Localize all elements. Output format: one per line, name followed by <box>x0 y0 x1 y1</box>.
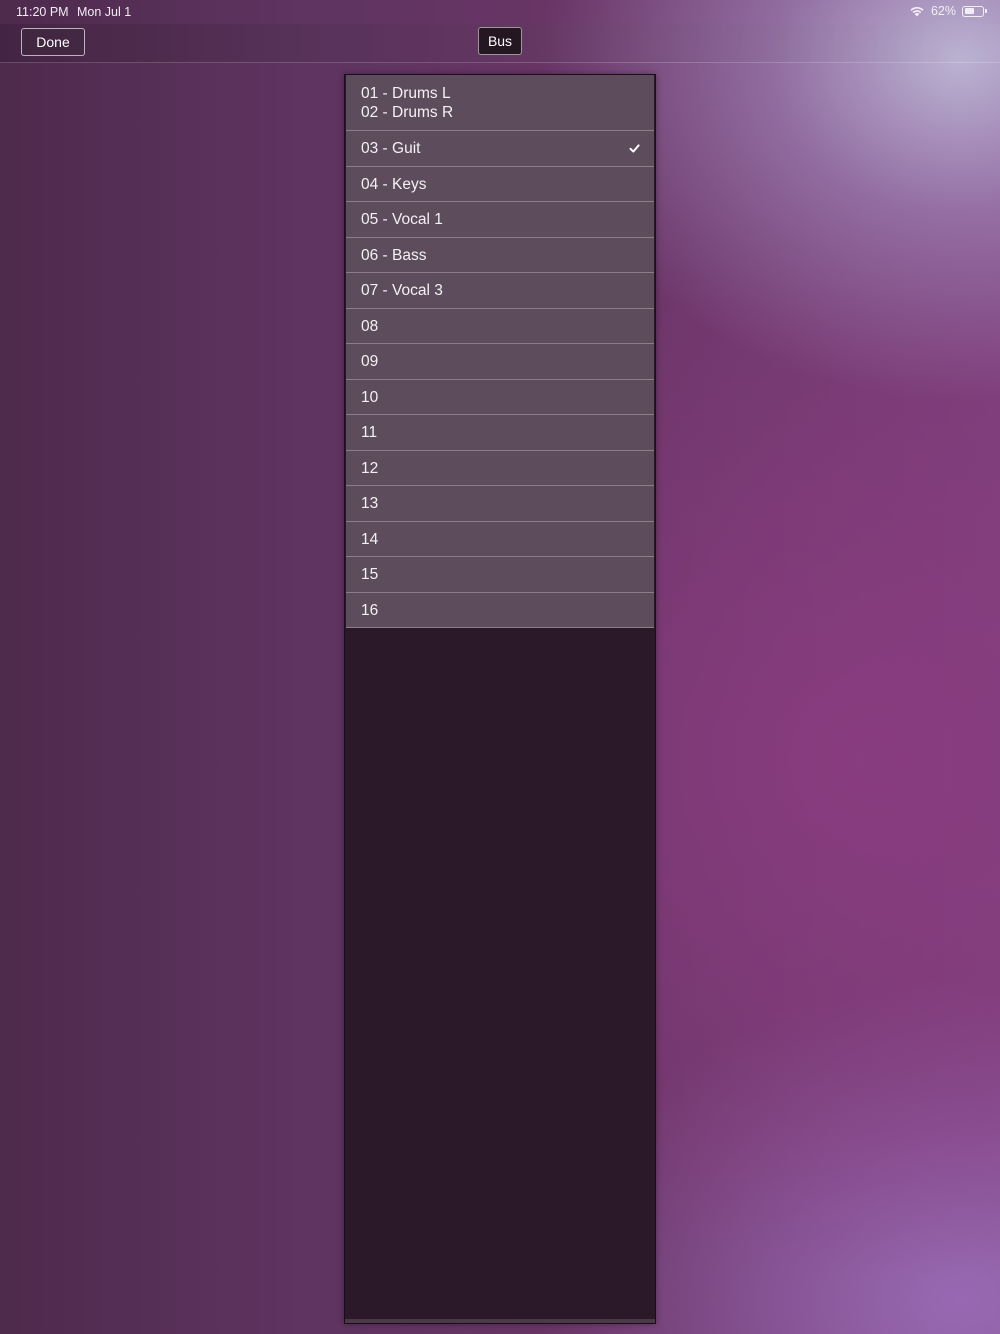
list-item-label: 09 <box>361 353 379 370</box>
list-item[interactable]: 03 - Guit <box>346 131 654 167</box>
list-item-label: 02 - Drums R <box>361 104 454 121</box>
list-item-label: 07 - Vocal 3 <box>361 282 443 299</box>
list-item[interactable]: 08 <box>346 308 654 344</box>
list-item[interactable]: 09 <box>346 344 654 380</box>
list-item-label: 11 <box>361 424 378 441</box>
battery-fill <box>964 8 975 14</box>
list-item-label: 15 <box>361 566 379 583</box>
list-item-label: 03 - Guit <box>361 140 421 157</box>
list-item[interactable]: 15 <box>346 557 654 593</box>
list-item[interactable]: 16 <box>346 592 654 628</box>
bus-button[interactable]: Bus <box>478 27 522 55</box>
list-item[interactable]: 04 - Keys <box>346 166 654 202</box>
list-item[interactable]: 06 - Bass <box>346 237 654 273</box>
bus-list-panel[interactable]: 01 - Drums L 02 - Drums R 03 - Guit 04 - … <box>344 74 656 1324</box>
battery-icon <box>962 5 987 17</box>
wifi-icon <box>910 6 924 17</box>
list-item-label: 13 <box>361 495 379 512</box>
list-item-label: 16 <box>361 601 379 619</box>
top-toolbar: Done Bus <box>0 24 1000 63</box>
list-item[interactable]: 07 - Vocal 3 <box>346 273 654 309</box>
battery-percent: 62% <box>930 4 956 18</box>
list-item[interactable]: 12 <box>346 450 654 486</box>
done-button[interactable]: Done <box>21 28 85 56</box>
list-item-label: 12 <box>361 459 379 477</box>
status-time: 11:20 PM <box>16 5 69 19</box>
list-item[interactable]: 10 <box>346 379 654 415</box>
bus-list: 01 - Drums L 02 - Drums R 03 - Guit 04 - … <box>346 75 654 628</box>
checkmark-icon <box>629 144 640 153</box>
list-item-drums[interactable]: 01 - Drums L 02 - Drums R <box>346 75 654 131</box>
list-item-label: 04 - Keys <box>361 175 427 193</box>
list-item-label: 14 <box>361 530 379 548</box>
status-bar: 11:20 PM Mon Jul 1 62% <box>0 0 1000 24</box>
list-item-label: 08 <box>361 317 379 335</box>
list-item[interactable]: 14 <box>346 521 654 557</box>
list-item[interactable]: 13 <box>346 486 654 522</box>
status-indicators: 62% <box>909 4 987 18</box>
list-item[interactable]: 11 <box>346 415 654 451</box>
list-item[interactable]: 05 - Vocal 1 <box>346 202 654 238</box>
list-item-label: 01 - Drums L <box>361 85 451 102</box>
list-item-label: 10 <box>361 388 379 406</box>
list-item-label: 05 - Vocal 1 <box>361 211 443 228</box>
list-item-label: 06 - Bass <box>361 246 427 264</box>
status-date: Mon Jul 1 <box>77 5 132 19</box>
